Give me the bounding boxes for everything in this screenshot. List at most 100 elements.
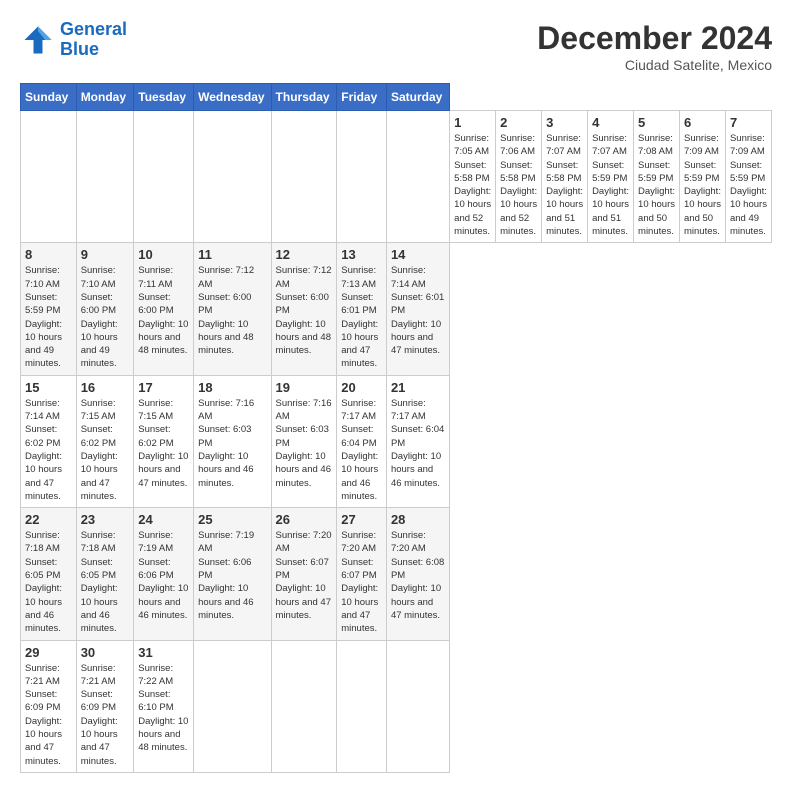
day-info: Sunrise: 7:16 AM Sunset: 6:03 PM Dayligh… [276,397,333,490]
day-number: 14 [391,247,445,262]
day-number: 31 [138,645,189,660]
day-info: Sunrise: 7:15 AM Sunset: 6:02 PM Dayligh… [138,397,189,490]
day-info: Sunrise: 7:21 AM Sunset: 6:09 PM Dayligh… [81,662,130,768]
col-monday: Monday [76,84,134,111]
table-row: 6 Sunrise: 7:09 AM Sunset: 5:59 PM Dayli… [680,111,726,243]
table-row: 29 Sunrise: 7:21 AM Sunset: 6:09 PM Dayl… [21,640,77,772]
day-info: Sunrise: 7:20 AM Sunset: 6:08 PM Dayligh… [391,529,445,622]
table-row: 21 Sunrise: 7:17 AM Sunset: 6:04 PM Dayl… [386,375,449,507]
day-number: 26 [276,512,333,527]
logo-line1: General [60,19,127,39]
col-saturday: Saturday [386,84,449,111]
day-info: Sunrise: 7:06 AM Sunset: 5:58 PM Dayligh… [500,132,537,238]
table-row [21,111,77,243]
day-info: Sunrise: 7:17 AM Sunset: 6:04 PM Dayligh… [341,397,382,503]
table-row [271,111,337,243]
day-number: 16 [81,380,130,395]
day-info: Sunrise: 7:18 AM Sunset: 6:05 PM Dayligh… [25,529,72,635]
logo-line2: Blue [60,39,99,59]
table-row: 7 Sunrise: 7:09 AM Sunset: 5:59 PM Dayli… [725,111,771,243]
table-row: 31 Sunrise: 7:22 AM Sunset: 6:10 PM Dayl… [134,640,194,772]
page-header: General Blue December 2024 Ciudad Sateli… [20,20,772,73]
table-row [134,111,194,243]
table-row: 17 Sunrise: 7:15 AM Sunset: 6:02 PM Dayl… [134,375,194,507]
table-row: 11 Sunrise: 7:12 AM Sunset: 6:00 PM Dayl… [194,243,271,375]
table-row: 1 Sunrise: 7:05 AM Sunset: 5:58 PM Dayli… [450,111,496,243]
table-row: 22 Sunrise: 7:18 AM Sunset: 6:05 PM Dayl… [21,508,77,640]
table-row [337,640,387,772]
table-row: 14 Sunrise: 7:14 AM Sunset: 6:01 PM Dayl… [386,243,449,375]
month-title: December 2024 [537,20,772,57]
day-info: Sunrise: 7:07 AM Sunset: 5:58 PM Dayligh… [546,132,583,238]
table-row: 9 Sunrise: 7:10 AM Sunset: 6:00 PM Dayli… [76,243,134,375]
day-info: Sunrise: 7:14 AM Sunset: 6:02 PM Dayligh… [25,397,72,503]
day-info: Sunrise: 7:10 AM Sunset: 6:00 PM Dayligh… [81,264,130,370]
table-row [386,640,449,772]
day-info: Sunrise: 7:11 AM Sunset: 6:00 PM Dayligh… [138,264,189,357]
day-number: 10 [138,247,189,262]
table-row [271,640,337,772]
day-number: 7 [730,115,767,130]
logo-text: General Blue [60,20,127,60]
day-number: 3 [546,115,583,130]
day-info: Sunrise: 7:17 AM Sunset: 6:04 PM Dayligh… [391,397,445,490]
table-row: 10 Sunrise: 7:11 AM Sunset: 6:00 PM Dayl… [134,243,194,375]
day-number: 21 [391,380,445,395]
day-number: 28 [391,512,445,527]
day-number: 24 [138,512,189,527]
day-number: 5 [638,115,675,130]
table-row [76,111,134,243]
day-number: 13 [341,247,382,262]
table-row: 23 Sunrise: 7:18 AM Sunset: 6:05 PM Dayl… [76,508,134,640]
day-number: 22 [25,512,72,527]
day-info: Sunrise: 7:15 AM Sunset: 6:02 PM Dayligh… [81,397,130,503]
day-number: 2 [500,115,537,130]
day-info: Sunrise: 7:14 AM Sunset: 6:01 PM Dayligh… [391,264,445,357]
day-info: Sunrise: 7:16 AM Sunset: 6:03 PM Dayligh… [198,397,266,490]
day-number: 4 [592,115,629,130]
table-row: 26 Sunrise: 7:20 AM Sunset: 6:07 PM Dayl… [271,508,337,640]
table-row: 12 Sunrise: 7:12 AM Sunset: 6:00 PM Dayl… [271,243,337,375]
day-number: 15 [25,380,72,395]
day-number: 18 [198,380,266,395]
table-row: 20 Sunrise: 7:17 AM Sunset: 6:04 PM Dayl… [337,375,387,507]
day-number: 6 [684,115,721,130]
table-row: 27 Sunrise: 7:20 AM Sunset: 6:07 PM Dayl… [337,508,387,640]
table-row: 5 Sunrise: 7:08 AM Sunset: 5:59 PM Dayli… [634,111,680,243]
day-info: Sunrise: 7:10 AM Sunset: 5:59 PM Dayligh… [25,264,72,370]
table-row [194,111,271,243]
col-friday: Friday [337,84,387,111]
day-info: Sunrise: 7:07 AM Sunset: 5:59 PM Dayligh… [592,132,629,238]
day-number: 30 [81,645,130,660]
day-number: 9 [81,247,130,262]
title-block: December 2024 Ciudad Satelite, Mexico [537,20,772,73]
col-sunday: Sunday [21,84,77,111]
day-number: 17 [138,380,189,395]
table-row [337,111,387,243]
day-info: Sunrise: 7:20 AM Sunset: 6:07 PM Dayligh… [341,529,382,635]
table-row [194,640,271,772]
table-row: 3 Sunrise: 7:07 AM Sunset: 5:58 PM Dayli… [542,111,588,243]
logo-icon [20,22,56,58]
table-row: 15 Sunrise: 7:14 AM Sunset: 6:02 PM Dayl… [21,375,77,507]
day-info: Sunrise: 7:19 AM Sunset: 6:06 PM Dayligh… [198,529,266,622]
logo: General Blue [20,20,127,60]
table-row: 18 Sunrise: 7:16 AM Sunset: 6:03 PM Dayl… [194,375,271,507]
day-info: Sunrise: 7:08 AM Sunset: 5:59 PM Dayligh… [638,132,675,238]
table-row: 19 Sunrise: 7:16 AM Sunset: 6:03 PM Dayl… [271,375,337,507]
table-row: 25 Sunrise: 7:19 AM Sunset: 6:06 PM Dayl… [194,508,271,640]
day-number: 23 [81,512,130,527]
day-number: 19 [276,380,333,395]
location-subtitle: Ciudad Satelite, Mexico [537,57,772,73]
day-number: 11 [198,247,266,262]
table-row: 28 Sunrise: 7:20 AM Sunset: 6:08 PM Dayl… [386,508,449,640]
table-row: 24 Sunrise: 7:19 AM Sunset: 6:06 PM Dayl… [134,508,194,640]
table-row: 30 Sunrise: 7:21 AM Sunset: 6:09 PM Dayl… [76,640,134,772]
day-info: Sunrise: 7:12 AM Sunset: 6:00 PM Dayligh… [198,264,266,357]
day-info: Sunrise: 7:22 AM Sunset: 6:10 PM Dayligh… [138,662,189,755]
table-row: 4 Sunrise: 7:07 AM Sunset: 5:59 PM Dayli… [588,111,634,243]
day-info: Sunrise: 7:13 AM Sunset: 6:01 PM Dayligh… [341,264,382,370]
col-thursday: Thursday [271,84,337,111]
day-number: 27 [341,512,382,527]
day-number: 1 [454,115,491,130]
